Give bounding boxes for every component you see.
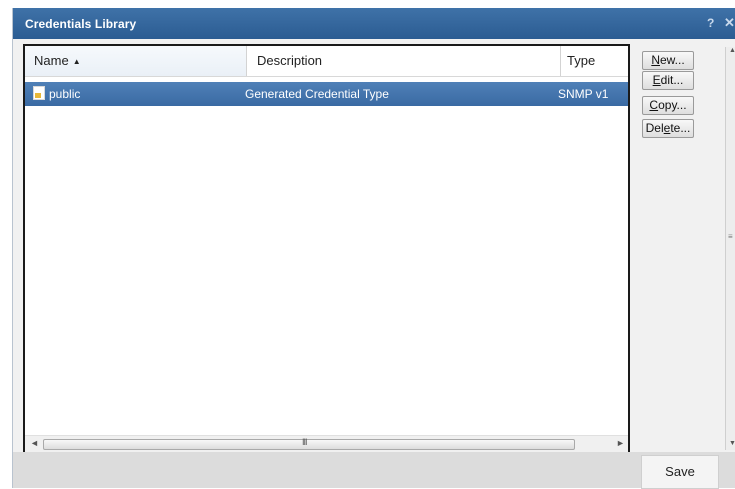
title-bar: Credentials Library ? ✕: [13, 8, 735, 39]
credentials-table: Name ▲ Description Type public Generated …: [23, 44, 630, 453]
dialog-content: Name ▲ Description Type public Generated …: [13, 39, 735, 453]
accel-key: E: [652, 73, 661, 87]
credential-file-icon: [33, 86, 45, 100]
edit-button[interactable]: Edit...: [642, 71, 694, 90]
horizontal-scrollbar[interactable]: ◄ III ►: [25, 435, 628, 452]
vertical-scrollbar[interactable]: ▲ ≡ ▼: [725, 47, 735, 450]
scroll-left-icon[interactable]: ◄: [30, 438, 39, 448]
button-label: te...: [670, 121, 691, 135]
scroll-right-icon[interactable]: ►: [616, 438, 625, 448]
grip-icon: ≡: [728, 232, 733, 241]
save-button[interactable]: Save: [641, 455, 719, 489]
accel-key: C: [649, 98, 659, 112]
column-header-name[interactable]: Name ▲: [25, 46, 247, 76]
close-icon[interactable]: ✕: [724, 15, 735, 31]
column-label: Type: [567, 53, 596, 68]
help-icon[interactable]: ?: [707, 16, 714, 30]
button-label: opy...: [658, 98, 687, 112]
button-label: dit...: [660, 73, 684, 87]
column-header-description[interactable]: Description: [247, 46, 561, 76]
button-label: Del: [645, 121, 664, 135]
sort-ascending-icon: ▲: [72, 57, 81, 66]
delete-button[interactable]: Delete...: [642, 119, 694, 138]
table-header: Name ▲ Description Type: [25, 46, 628, 77]
table-row[interactable]: public Generated Credential Type SNMP v1: [25, 82, 628, 106]
cell-description: Generated Credential Type: [245, 87, 389, 101]
scrollbar-thumb[interactable]: III: [43, 437, 575, 450]
window-title: Credentials Library: [25, 17, 137, 31]
copy-button[interactable]: Copy...: [642, 96, 694, 115]
new-button[interactable]: New...: [642, 51, 694, 70]
scroll-down-icon[interactable]: ▼: [729, 440, 735, 447]
grip-icon: III: [302, 437, 307, 447]
button-label: ew...: [659, 53, 685, 67]
credentials-library-dialog: Credentials Library ? ✕ Name ▲ Descriptio…: [12, 8, 735, 489]
cell-type: SNMP v1: [558, 87, 609, 101]
scroll-up-icon[interactable]: ▲: [729, 47, 735, 54]
column-label: Description: [257, 53, 323, 68]
dialog-footer: Save: [13, 452, 735, 489]
accel-key: N: [651, 53, 660, 67]
cell-name-text: public: [49, 87, 81, 101]
column-header-type[interactable]: Type: [563, 46, 632, 76]
column-label: Name: [34, 53, 69, 68]
cell-name: public: [33, 82, 80, 106]
